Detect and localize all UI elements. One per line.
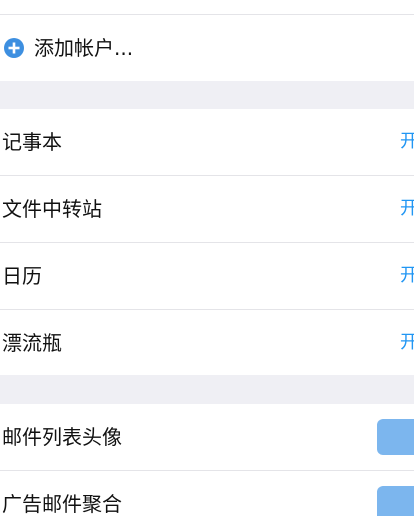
feature-label: 记事本 bbox=[2, 130, 62, 154]
feature-label: 日历 bbox=[2, 264, 42, 288]
mail-avatar-toggle[interactable] bbox=[377, 419, 414, 455]
feature-status: 开 bbox=[400, 198, 414, 219]
add-circle-icon bbox=[4, 38, 24, 58]
feature-row-file-transfer[interactable]: 文件中转站 开 bbox=[0, 176, 414, 242]
toggle-row-ad-aggregation[interactable]: 广告邮件聚合 bbox=[0, 471, 414, 516]
toggle-label: 广告邮件聚合 bbox=[2, 492, 122, 516]
toggles-group: 邮件列表头像 广告邮件聚合 bbox=[0, 404, 414, 516]
feature-label: 漂流瓶 bbox=[2, 331, 62, 355]
feature-row-notepad[interactable]: 记事本 开 bbox=[0, 109, 414, 175]
feature-row-drift-bottle[interactable]: 漂流瓶 开 bbox=[0, 310, 414, 375]
add-account-label: 添加帐户... bbox=[34, 36, 134, 60]
feature-row-calendar[interactable]: 日历 开 bbox=[0, 243, 414, 309]
toggle-label: 邮件列表头像 bbox=[2, 425, 122, 449]
previous-row-fragment bbox=[0, 0, 414, 14]
add-account-row[interactable]: 添加帐户... bbox=[0, 15, 414, 81]
feature-label: 文件中转站 bbox=[2, 197, 102, 221]
features-group: 记事本 开 文件中转站 开 日历 开 漂流瓶 开 bbox=[0, 109, 414, 375]
feature-status: 开 bbox=[400, 332, 414, 353]
ad-aggregation-toggle[interactable] bbox=[377, 486, 414, 516]
settings-screen: 添加帐户... 记事本 开 文件中转站 开 日历 开 漂流瓶 开 邮件列表头像 bbox=[0, 0, 414, 516]
feature-status: 开 bbox=[400, 265, 414, 286]
toggle-row-mail-avatar[interactable]: 邮件列表头像 bbox=[0, 404, 414, 470]
feature-status: 开 bbox=[400, 131, 414, 152]
